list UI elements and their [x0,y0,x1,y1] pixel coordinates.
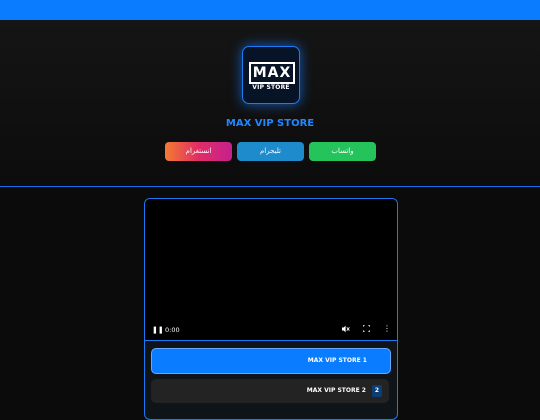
pause-icon[interactable]: ❚❚ [152,326,164,334]
playlist-item-label: MAX VIP STORE 2 [306,387,366,394]
playlist-item-1[interactable]: MAX VIP STORE 1 [151,348,391,374]
fullscreen-icon[interactable] [362,324,371,334]
video-player[interactable]: ❚❚ 0:00 ⋮ [145,199,397,341]
mute-icon-graphic [342,325,350,333]
more-vertical-icon[interactable]: ⋮ [383,324,391,333]
logo-sub-text: VIP STORE [252,84,290,91]
brand-logo: MAX VIP STORE [242,46,300,104]
instagram-button[interactable]: انستغرام [165,142,232,161]
logo-main-text: MAX [249,62,295,84]
whatsapp-button[interactable]: واتساب [309,142,376,161]
top-bar [0,0,540,20]
telegram-button[interactable]: تليجرام [237,142,304,161]
video-time: 0:00 [165,326,180,334]
playlist-item-number: 2 [372,385,382,397]
playlist-item-label: MAX VIP STORE 1 [307,357,367,364]
brand-title: MAX VIP STORE [225,118,315,129]
video-panel: ❚❚ 0:00 ⋮ MAX VIP STORE 1 MAX VIP STORE … [144,198,398,420]
mute-icon[interactable] [342,325,350,335]
fullscreen-icon-graphic [362,324,371,333]
header: MAX VIP STORE MAX VIP STORE انستغرام تلي… [0,20,540,187]
playlist-item-2[interactable]: MAX VIP STORE 2 2 [151,379,389,403]
